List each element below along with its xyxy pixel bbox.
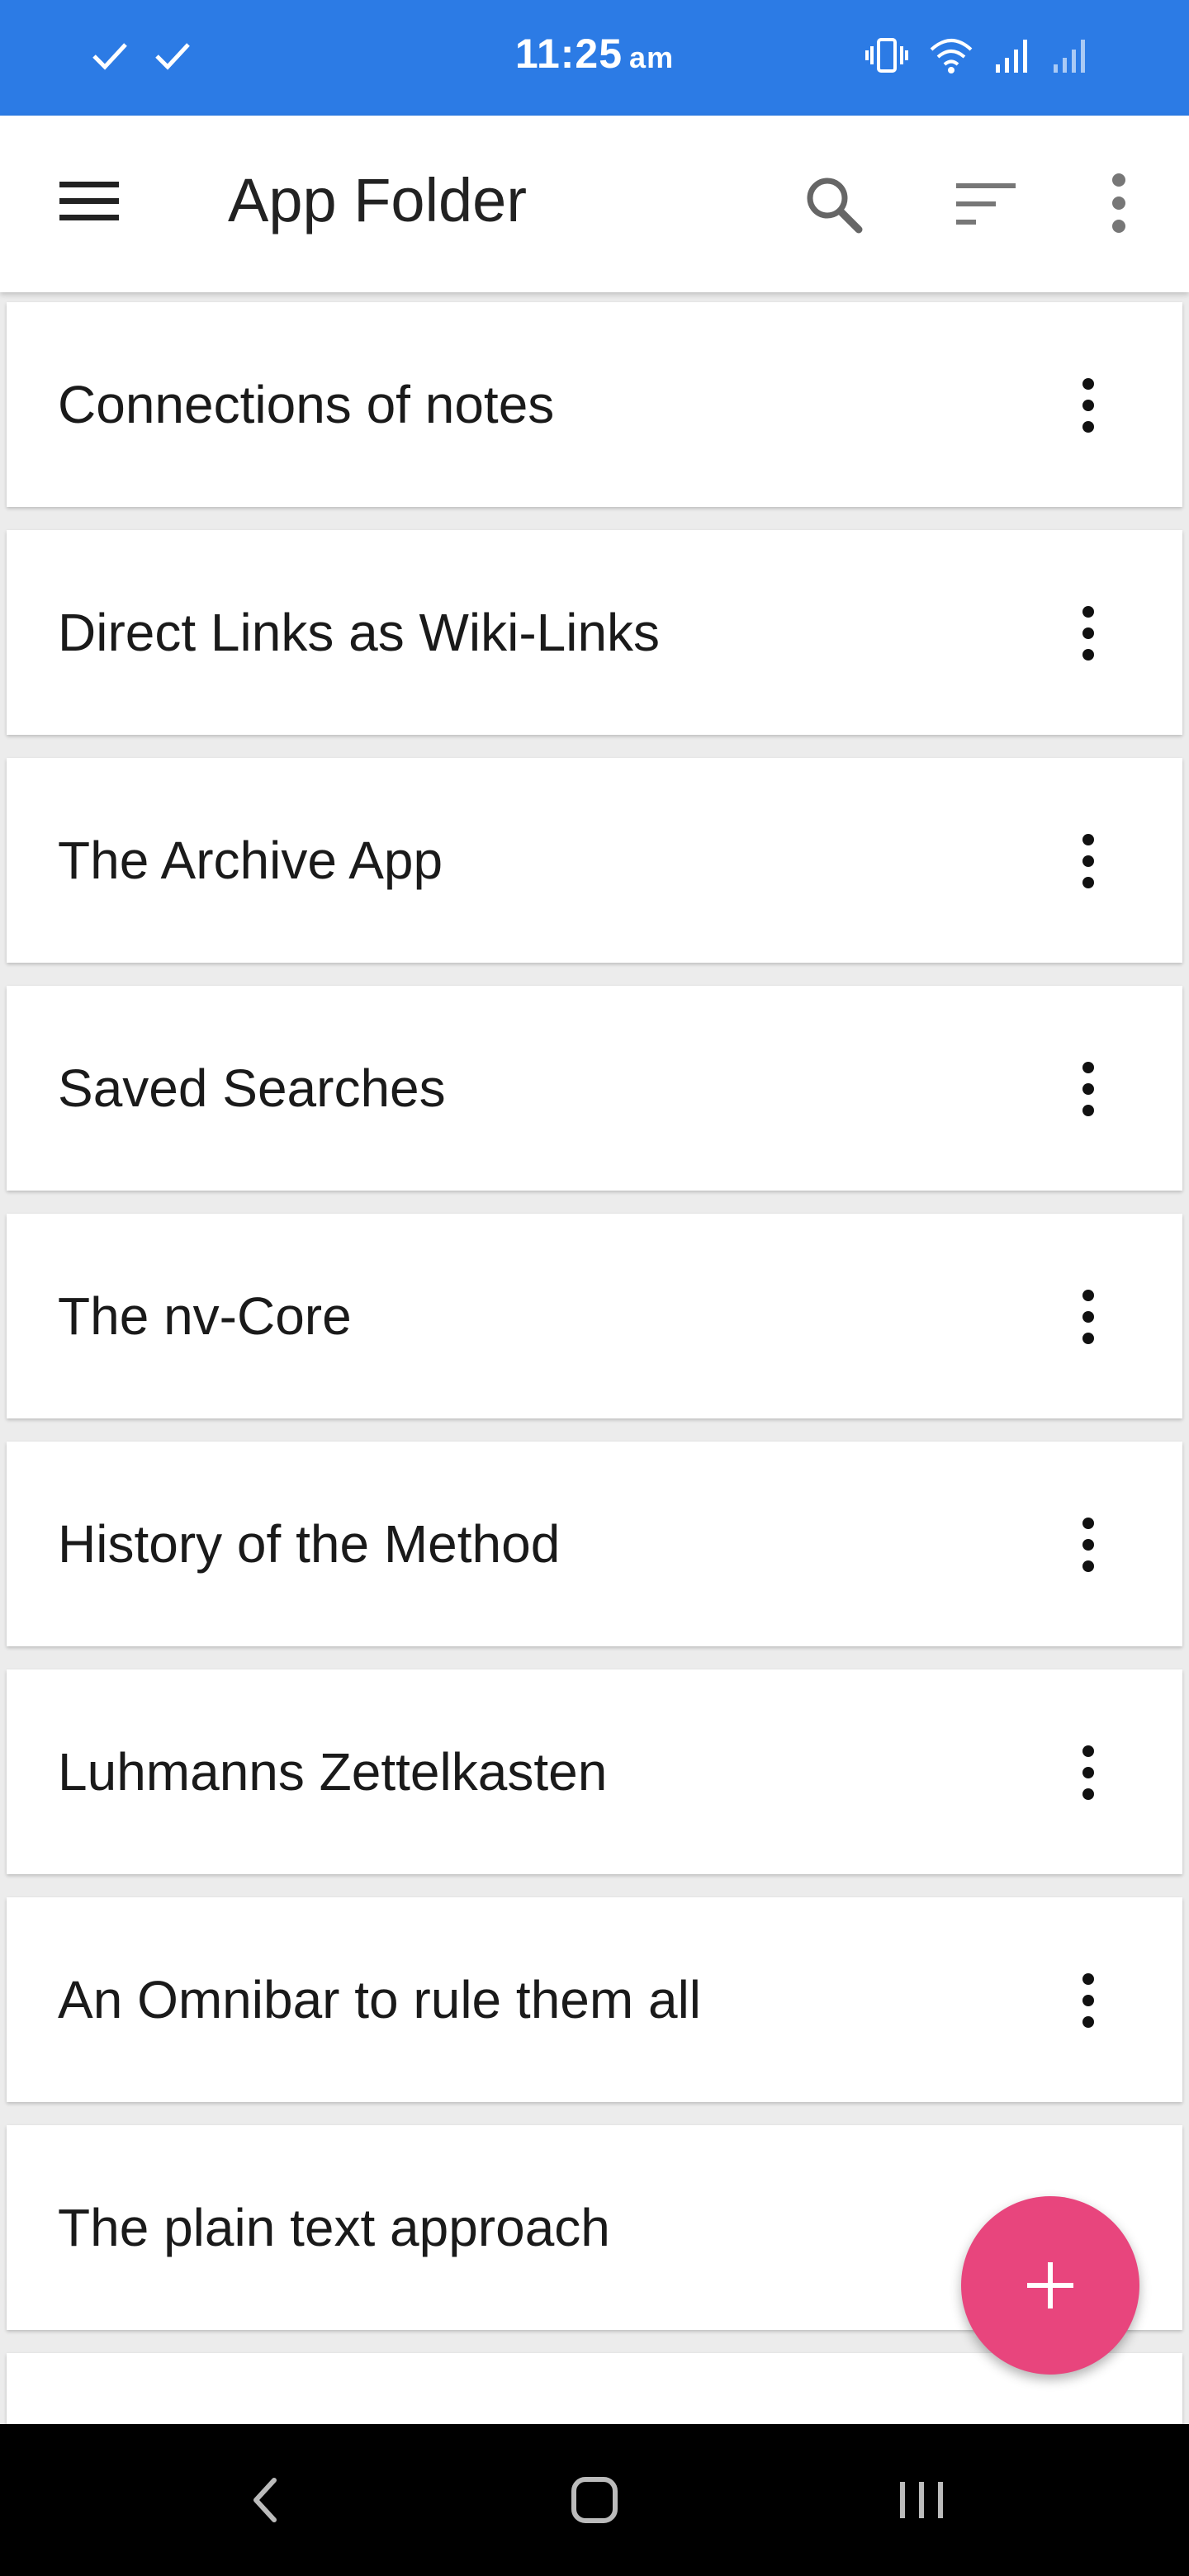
more-vert-icon[interactable] (1106, 172, 1131, 234)
list-item[interactable]: Connections of notes (7, 302, 1182, 507)
more-vert-icon[interactable] (1072, 1972, 1105, 2029)
more-vert-icon[interactable] (1072, 1516, 1105, 1574)
note-title: The plain text approach (58, 2198, 610, 2257)
note-title: Connections of notes (58, 375, 555, 434)
more-vert-icon[interactable] (1072, 376, 1105, 434)
more-vert-icon[interactable] (1072, 1744, 1105, 1802)
note-title: Luhmanns Zettelkasten (58, 1742, 608, 1802)
page-title: App Folder (228, 166, 527, 234)
list-item[interactable]: History of the Method (7, 1442, 1182, 1646)
recents-icon[interactable] (897, 2479, 946, 2522)
more-vert-icon[interactable] (1072, 832, 1105, 890)
note-title: The nv-Core (58, 1286, 352, 1346)
note-title: An Omnibar to rule them all (58, 1970, 701, 2029)
add-note-button[interactable] (961, 2196, 1139, 2375)
system-nav-bar (0, 2424, 1189, 2576)
note-title: Saved Searches (58, 1058, 446, 1118)
sort-icon[interactable] (956, 182, 1017, 226)
signal-icon (1054, 40, 1085, 73)
more-vert-icon[interactable] (1072, 1060, 1105, 1118)
list-item[interactable]: Saved Searches (7, 986, 1182, 1191)
app-bar: App Folder (0, 116, 1189, 292)
search-icon[interactable] (803, 173, 865, 236)
list-item[interactable]: Direct Links as Wiki-Links (7, 530, 1182, 735)
plus-icon (1027, 2262, 1073, 2308)
note-title: Direct Links as Wiki-Links (58, 603, 661, 662)
menu-icon[interactable] (59, 180, 119, 223)
status-bar: 11:25 am (0, 0, 1189, 116)
back-icon[interactable] (248, 2475, 281, 2525)
list-item[interactable]: Luhmanns Zettelkasten (7, 1669, 1182, 1874)
list-item[interactable]: The Archive App (7, 758, 1182, 963)
home-icon[interactable] (570, 2475, 619, 2525)
more-vert-icon[interactable] (1072, 604, 1105, 662)
note-title: The Archive App (58, 831, 443, 890)
status-indicators (865, 36, 1090, 74)
clock-ampm: am (629, 40, 675, 74)
wifi-icon (930, 39, 973, 73)
note-title: History of the Method (58, 1514, 561, 1574)
signal-icon (996, 40, 1027, 73)
vibrate-icon (865, 38, 908, 73)
more-vert-icon[interactable] (1072, 1288, 1105, 1346)
list-item[interactable]: An Omnibar to rule them all (7, 1897, 1182, 2102)
list-item[interactable]: The nv-Core (7, 1214, 1182, 1418)
clock-time: 11:25 (514, 31, 623, 77)
